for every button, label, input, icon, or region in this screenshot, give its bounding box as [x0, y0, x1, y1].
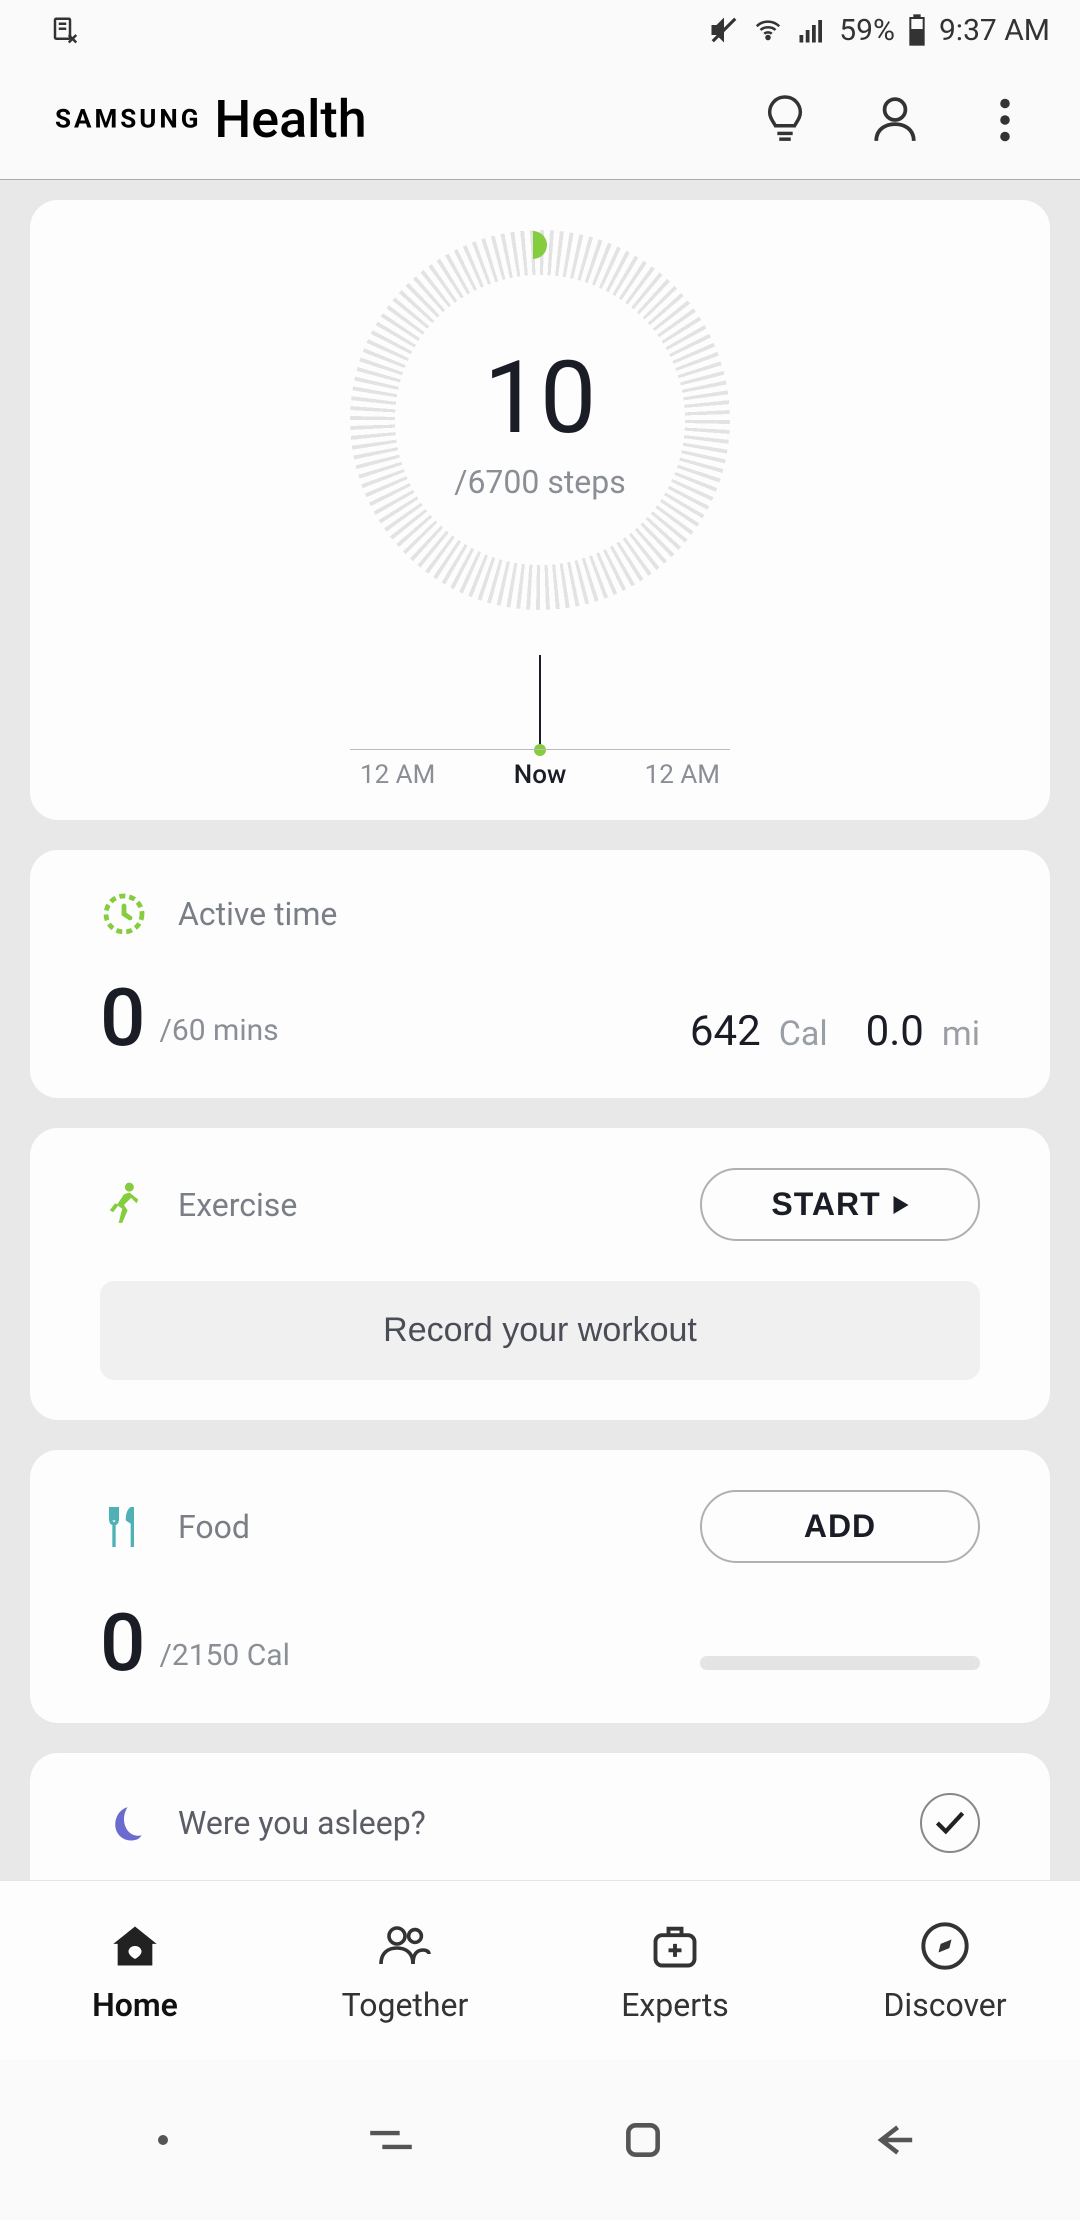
food-card[interactable]: Food ADD 0 /2150 Cal [30, 1450, 1050, 1723]
exercise-icon [100, 1181, 148, 1229]
app-title: SAMSUNG Health [55, 89, 760, 150]
more-icon[interactable] [980, 95, 1030, 145]
food-cal-goal: /2150 Cal [159, 1638, 289, 1673]
start-exercise-button[interactable]: START [700, 1168, 980, 1241]
active-minutes-goal: /60 mins [159, 1013, 278, 1048]
nav-experts[interactable]: Experts [540, 1881, 810, 2060]
confirm-sleep-button[interactable] [920, 1793, 980, 1853]
status-bar: 59% 9:37 AM [0, 0, 1080, 60]
calories-unit: Cal [779, 1014, 828, 1054]
wifi-icon [751, 15, 785, 45]
signal-icon [797, 15, 827, 45]
back-button[interactable] [866, 2112, 922, 2168]
distance-unit: mi [942, 1014, 980, 1054]
record-workout-button[interactable]: Record your workout [100, 1281, 980, 1380]
bottom-nav: Home Together Experts Discover [0, 1880, 1080, 2060]
tips-icon[interactable] [760, 95, 810, 145]
together-icon [377, 1918, 433, 1974]
food-progress-bar [700, 1656, 980, 1670]
active-minutes-value: 0 [100, 978, 145, 1058]
food-icon [100, 1503, 148, 1551]
system-nav-bar [0, 2060, 1080, 2220]
recents-button[interactable] [363, 2112, 419, 2168]
sleep-icon [100, 1799, 148, 1847]
experts-icon [647, 1918, 703, 1974]
calories-value: 642 [690, 1007, 761, 1056]
exercise-title: Exercise [178, 1186, 297, 1224]
active-time-card[interactable]: Active time 0 /60 mins 642 Cal 0.0 mi [30, 850, 1050, 1098]
home-button[interactable] [615, 2112, 671, 2168]
main-scroll[interactable]: 10 /6700 steps 12 AM Now 12 AM Active ti… [0, 180, 1080, 2010]
discover-icon [917, 1918, 973, 1974]
battery-icon [907, 14, 927, 46]
profile-icon[interactable] [870, 95, 920, 145]
mute-icon [709, 15, 739, 45]
distance-value: 0.0 [866, 1007, 924, 1056]
nav-together[interactable]: Together [270, 1881, 540, 2060]
nav-discover[interactable]: Discover [810, 1881, 1080, 2060]
nav-home[interactable]: Home [0, 1881, 270, 2060]
active-time-icon [100, 890, 148, 938]
assistant-dot[interactable] [158, 2135, 168, 2145]
timeline-now: Now [514, 760, 567, 790]
clock-label: 9:37 AM [939, 13, 1050, 48]
steps-card[interactable]: 10 /6700 steps 12 AM Now 12 AM [30, 200, 1050, 820]
battery-percent: 59% [839, 13, 895, 48]
food-title: Food [178, 1508, 250, 1546]
sleep-title: Were you asleep? [178, 1804, 426, 1842]
exercise-card[interactable]: Exercise START Record your workout [30, 1128, 1050, 1420]
active-time-title: Active time [178, 895, 337, 933]
food-cal-value: 0 [100, 1603, 145, 1683]
app-header: SAMSUNG Health [0, 60, 1080, 180]
timeline-left: 12 AM [360, 760, 435, 790]
doc-cancel-icon [50, 15, 80, 45]
home-icon [107, 1918, 163, 1974]
add-food-button[interactable]: ADD [700, 1490, 980, 1563]
steps-timeline: 12 AM Now 12 AM [350, 660, 730, 780]
timeline-right: 12 AM [645, 760, 720, 790]
steps-ring: 10 /6700 steps [350, 230, 730, 610]
